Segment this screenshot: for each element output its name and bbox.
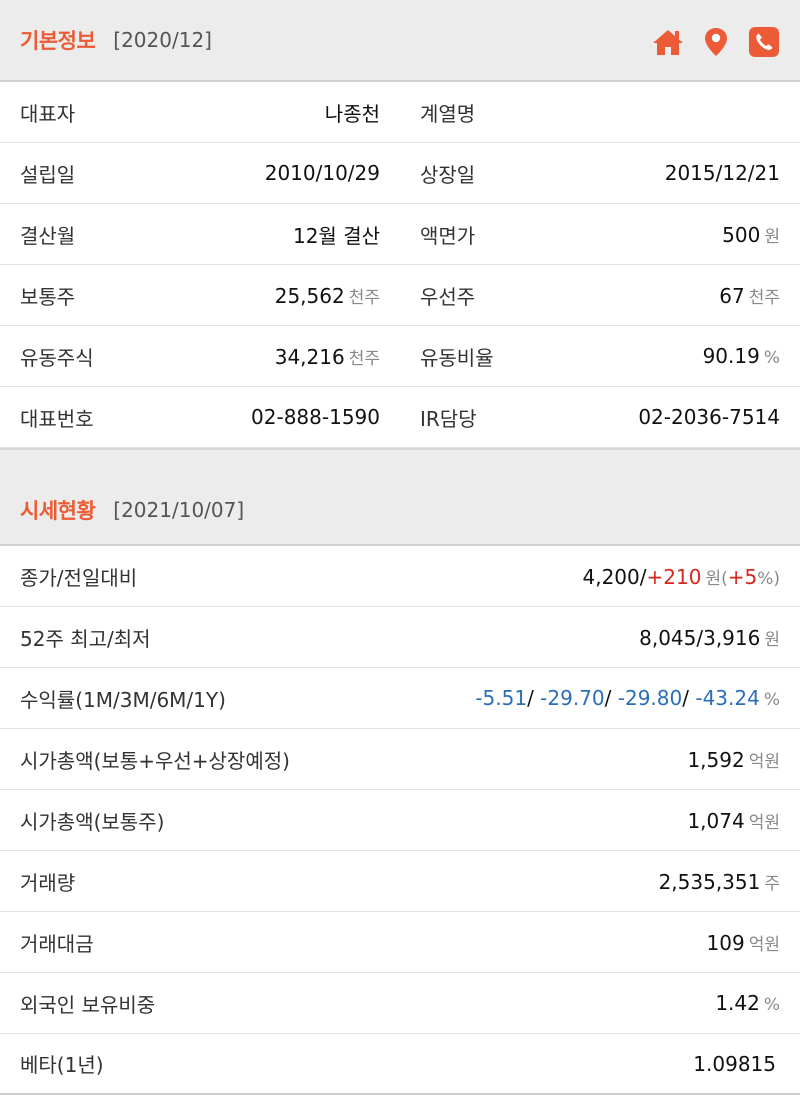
unit-label: 천주 — [748, 287, 780, 308]
info-label: 결산월 — [20, 223, 76, 248]
foreign-ownership-row: 외국인 보유비중 1.42% — [0, 973, 800, 1034]
info-value: 500 원 — [722, 222, 780, 247]
market-value: 109 억원 — [706, 930, 780, 955]
market-status-table: 종가/전일대비 4,200/+210 원(+5%) 52주 최고/최저 8,045… — [0, 546, 800, 1095]
range-label: 52주 최고/최저 — [20, 626, 151, 651]
market-label: 시가총액(보통+우선+상장예정) — [20, 748, 290, 773]
returns-row: 수익률(1M/3M/6M/1Y) -5.51/ -29.70/ -29.80/ … — [0, 668, 800, 729]
market-status-header: 시세현황 [2021/10/07] — [0, 448, 800, 546]
market-value: 2,535,351 주 — [658, 869, 780, 894]
market-value: 1,592 억원 — [687, 747, 780, 772]
unit-label: 천주 — [348, 287, 380, 308]
info-label: 대표번호 — [20, 406, 94, 431]
info-row-fiscal: 결산월 12월 결산 액면가 500 원 — [0, 204, 800, 265]
info-value: 12월 결산 — [292, 223, 380, 248]
market-value: 1,074 억원 — [687, 808, 780, 833]
info-label: 우선주 — [420, 284, 476, 309]
unit-label: 천주 — [348, 348, 380, 369]
returns-label: 수익률(1M/3M/6M/1Y) — [20, 687, 226, 712]
market-value: 1.42% — [715, 991, 780, 1015]
unit-label: 원 — [764, 226, 780, 247]
range-value: 8,045/3,916 원 — [639, 625, 780, 650]
info-label: 액면가 — [420, 223, 476, 248]
returns-value: -5.51/ -29.70/ -29.80/ -43.24% — [475, 686, 780, 710]
basic-info-header: 기본정보 [2020/12] — [0, 0, 800, 82]
info-label: 유동비율 — [420, 345, 494, 370]
info-label: 설립일 — [20, 162, 76, 187]
info-value: 67 천주 — [719, 283, 780, 308]
info-value: 34,216 천주 — [274, 344, 380, 369]
info-row-float: 유동주식 34,216 천주 유동비율 90.19% — [0, 326, 800, 387]
market-label: 거래량 — [20, 870, 76, 895]
unit-label: % — [763, 348, 780, 368]
basic-info-date: [2020/12] — [113, 28, 212, 52]
basic-info-title: 기본정보 — [20, 29, 96, 53]
basic-info-table: 대표자 나종천 계열명 설립일 2010/10/29 상장일 2015/12/2… — [0, 82, 800, 448]
info-label: 상장일 — [420, 162, 476, 187]
info-value: 나종천 — [324, 101, 380, 126]
info-value: 90.19% — [702, 344, 780, 368]
market-label: 외국인 보유비중 — [20, 992, 156, 1017]
market-label: 시가총액(보통주) — [20, 809, 165, 834]
price-change: +210 — [646, 564, 702, 589]
volume-row: 거래량 2,535,351 주 — [0, 851, 800, 912]
info-label: 유동주식 — [20, 345, 94, 370]
info-row-phone: 대표번호 02-888-1590 IR담당 02-2036-7514 — [0, 387, 800, 448]
market-value: 1.09815 — [693, 1051, 776, 1076]
range-row: 52주 최고/최저 8,045/3,916 원 — [0, 607, 800, 668]
info-label: 보통주 — [20, 284, 76, 309]
market-label: 베타(1년) — [20, 1053, 104, 1077]
price-change-pct: +5 — [727, 564, 758, 589]
price-row: 종가/전일대비 4,200/+210 원(+5%) — [0, 546, 800, 607]
home-icon[interactable] — [652, 26, 684, 58]
phone-icon[interactable] — [748, 26, 780, 58]
market-label: 거래대금 — [20, 931, 94, 956]
info-label: 대표자 — [20, 101, 76, 126]
header-icons — [652, 26, 780, 58]
beta-row: 베타(1년) 1.09815 — [0, 1034, 800, 1095]
info-label: IR담당 — [420, 406, 477, 431]
info-label: 계열명 — [420, 101, 476, 126]
info-value: 2015/12/21 — [664, 161, 780, 185]
ir-phone-number[interactable]: 02-2036-7514 — [570, 405, 780, 429]
location-pin-icon[interactable] — [700, 26, 732, 58]
price-label: 종가/전일대비 — [20, 565, 138, 590]
price-value: 4,200/+210 원(+5%) — [582, 564, 780, 589]
info-row-shares: 보통주 25,562 천주 우선주 67 천주 — [0, 265, 800, 326]
info-value: 25,562 천주 — [274, 283, 380, 308]
info-row-founded: 설립일 2010/10/29 상장일 2015/12/21 — [0, 143, 800, 204]
phone-number[interactable]: 02-888-1590 — [180, 405, 380, 429]
market-cap-common-row: 시가총액(보통주) 1,074 억원 — [0, 790, 800, 851]
market-cap-total-row: 시가총액(보통+우선+상장예정) 1,592 억원 — [0, 729, 800, 790]
market-status-date: [2021/10/07] — [113, 498, 245, 522]
trade-value-row: 거래대금 109 억원 — [0, 912, 800, 973]
info-value: 2010/10/29 — [264, 161, 380, 185]
market-status-title: 시세현황 — [20, 499, 96, 523]
info-row-ceo: 대표자 나종천 계열명 — [0, 82, 800, 143]
